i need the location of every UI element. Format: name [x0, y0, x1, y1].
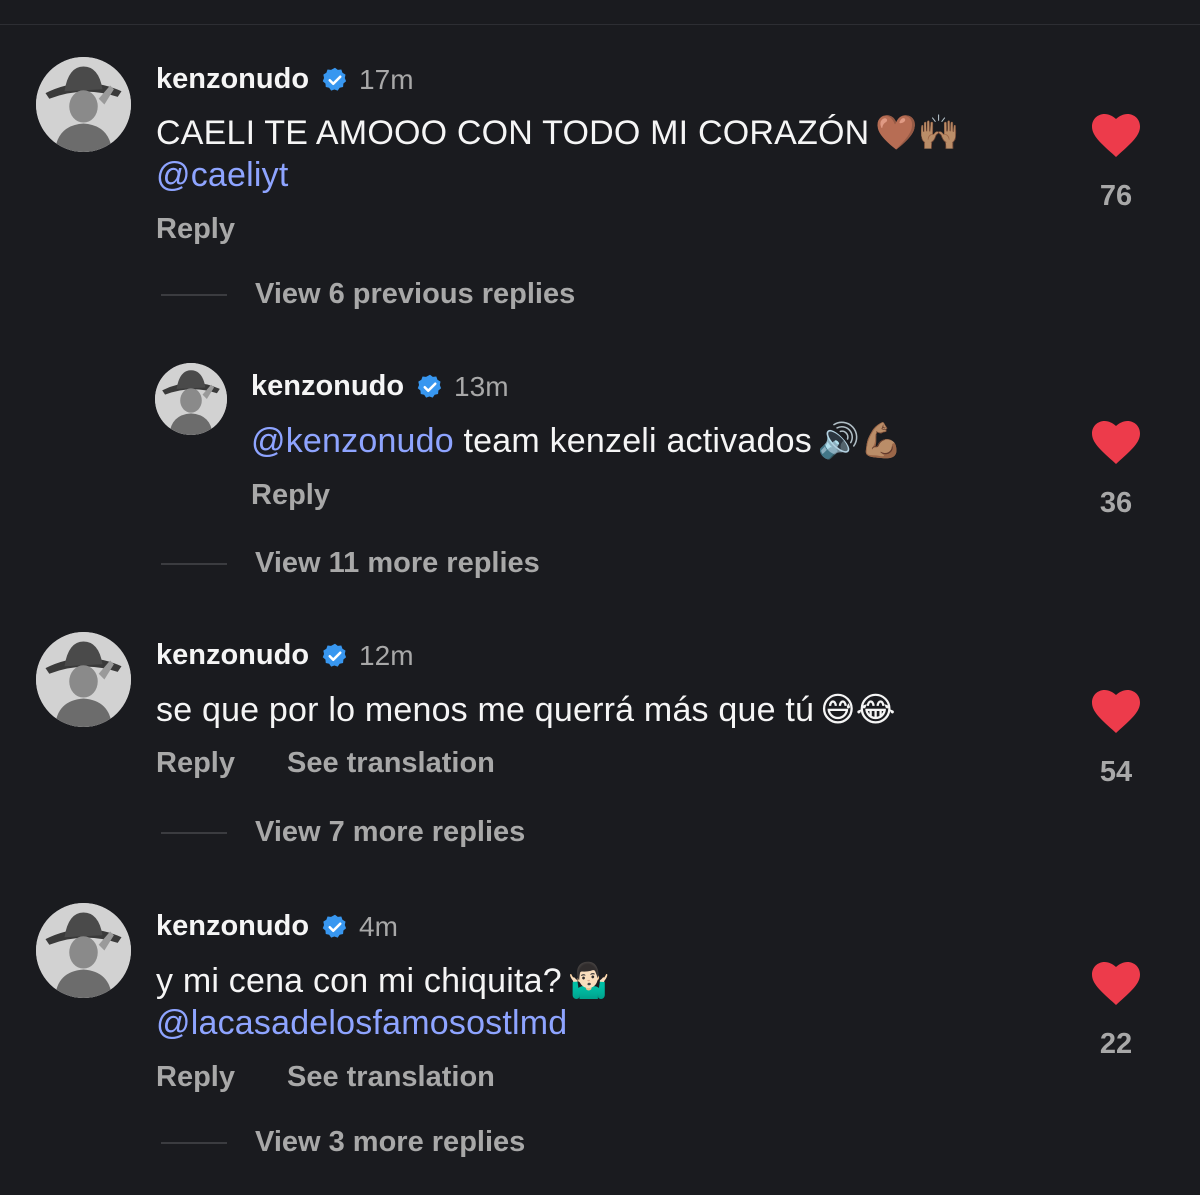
mention-link[interactable]: @kenzonudo — [251, 422, 454, 460]
view-replies-button[interactable]: View 7 more replies — [255, 816, 525, 849]
verified-badge-icon — [321, 66, 349, 94]
heart-icon[interactable] — [1092, 421, 1140, 465]
username[interactable]: kenzonudo — [156, 639, 309, 672]
comment-header: kenzonudo 17m — [156, 63, 414, 96]
heart-icon[interactable] — [1092, 962, 1140, 1006]
verified-badge-icon — [321, 913, 349, 941]
comment-header: kenzonudo 13m — [251, 370, 509, 403]
avatar[interactable] — [155, 363, 227, 435]
mention-link[interactable]: @lacasadelosfamosostlmd — [156, 1002, 567, 1044]
see-translation-button[interactable]: See translation — [287, 1061, 495, 1094]
view-replies-button[interactable]: View 3 more replies — [255, 1126, 525, 1159]
reply-button[interactable]: Reply — [156, 747, 235, 780]
username[interactable]: kenzonudo — [156, 63, 309, 96]
verified-badge-icon — [416, 373, 444, 401]
heart-icon[interactable] — [1092, 690, 1140, 734]
comment-actions: Reply See translation — [156, 1061, 495, 1094]
comment-text: y mi cena con mi chiquita? 🤷🏻‍♂️ — [156, 960, 610, 1002]
reply-button[interactable]: Reply — [251, 479, 330, 512]
comment-header: kenzonudo 12m — [156, 639, 414, 672]
thread-line — [161, 293, 227, 296]
comment-text: se que por lo menos me querrá más que tú… — [156, 689, 896, 731]
see-translation-button[interactable]: See translation — [287, 747, 495, 780]
emoji: 😅😂 — [820, 691, 896, 729]
comment-text: @kenzonudo team kenzeli activados 🔊💪🏽 — [251, 420, 903, 462]
like-group: 36 — [1073, 421, 1159, 520]
like-count: 76 — [1099, 180, 1133, 212]
like-count: 36 — [1099, 487, 1133, 519]
reply-button[interactable]: Reply — [156, 213, 235, 246]
comment-text-body: y mi cena con mi chiquita? — [156, 962, 562, 1000]
comment-actions: Reply — [251, 479, 330, 512]
avatar[interactable] — [36, 903, 131, 998]
view-replies-row[interactable]: View 7 more replies — [161, 816, 525, 849]
comment-text-line: CAELI TE AMOOO CON TODO MI CORAZÓN — [156, 114, 870, 152]
view-replies-row[interactable]: View 6 previous replies — [161, 278, 575, 311]
thread-line — [161, 831, 227, 834]
view-replies-row[interactable]: View 11 more replies — [161, 547, 540, 580]
like-count: 54 — [1099, 756, 1133, 788]
emoji: 🤷🏻‍♂️ — [567, 962, 611, 1000]
verified-badge-icon — [321, 642, 349, 670]
view-replies-button[interactable]: View 6 previous replies — [255, 278, 575, 311]
like-group: 76 — [1073, 114, 1159, 213]
username[interactable]: kenzonudo — [251, 370, 404, 403]
emoji: 🔊💪🏽 — [817, 422, 903, 460]
avatar[interactable] — [36, 57, 131, 152]
mention-link[interactable]: @caeliyt — [156, 154, 289, 196]
view-replies-row[interactable]: View 3 more replies — [161, 1126, 525, 1159]
thread-line — [161, 562, 227, 565]
comment-text-body: team kenzeli activados — [453, 422, 812, 460]
like-count: 22 — [1099, 1028, 1133, 1060]
like-group: 54 — [1073, 690, 1159, 789]
like-group: 22 — [1073, 962, 1159, 1061]
timestamp: 12m — [359, 639, 414, 671]
thread-line — [161, 1141, 227, 1144]
comment-header: kenzonudo 4m — [156, 910, 398, 943]
emoji: 🤎🙌🏽 — [875, 114, 961, 152]
heart-icon[interactable] — [1092, 114, 1140, 158]
username[interactable]: kenzonudo — [156, 910, 309, 943]
timestamp: 4m — [359, 910, 398, 942]
timestamp: 17m — [359, 63, 414, 95]
view-replies-button[interactable]: View 11 more replies — [255, 547, 540, 580]
top-divider — [0, 24, 1200, 25]
reply-button[interactable]: Reply — [156, 1061, 235, 1094]
avatar[interactable] — [36, 632, 131, 727]
comment-text: CAELI TE AMOOO CON TODO MI CORAZÓN 🤎🙌🏽 — [156, 112, 960, 154]
comment-actions: Reply — [156, 213, 235, 246]
comment-text-body: se que por lo menos me querrá más que tú — [156, 691, 815, 729]
comment-actions: Reply See translation — [156, 747, 495, 780]
timestamp: 13m — [454, 370, 509, 402]
